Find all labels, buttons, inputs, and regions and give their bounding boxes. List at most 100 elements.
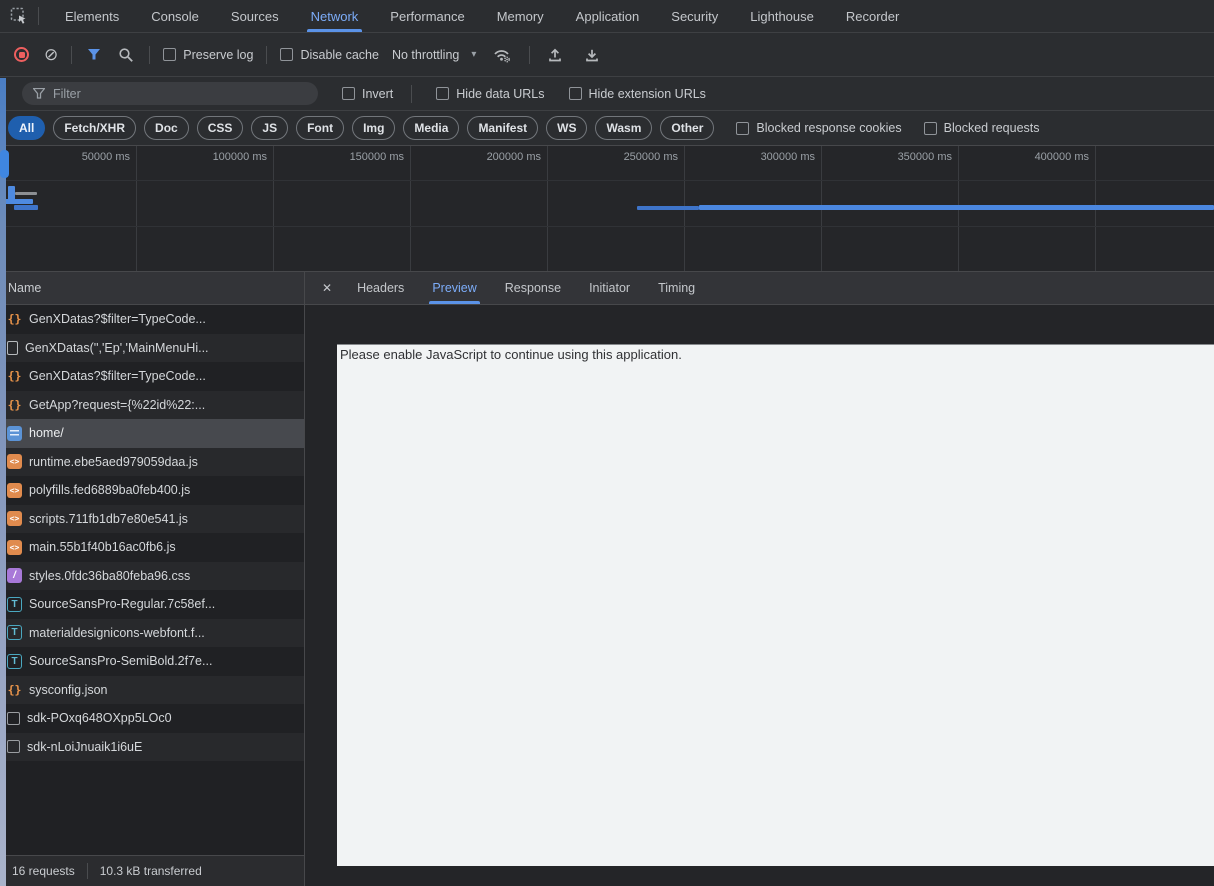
request-row[interactable]: {} GenXDatas?$filter=TypeCode...: [0, 362, 304, 391]
request-type-chip[interactable]: Font: [296, 116, 344, 140]
request-row[interactable]: <> scripts.711fb1db7e80e541.js: [0, 505, 304, 534]
detail-tab[interactable]: Initiator: [575, 272, 644, 304]
preview-frame: Please enable JavaScript to continue usi…: [337, 344, 1214, 866]
filter-toggle-button[interactable]: [85, 48, 103, 61]
request-row[interactable]: sdk-POxq648OXpp5LOc0: [0, 704, 304, 733]
request-type-chip[interactable]: JS: [251, 116, 288, 140]
css-icon: /: [7, 568, 22, 583]
search-icon: [118, 47, 134, 63]
download-icon: [584, 47, 600, 63]
request-row[interactable]: / styles.0fdc36ba80feba96.css: [0, 562, 304, 591]
detail-tab[interactable]: Timing: [644, 272, 709, 304]
request-type-chip[interactable]: WS: [546, 116, 587, 140]
throttling-dropdown[interactable]: No throttling ▾: [392, 48, 476, 62]
inspect-element-button[interactable]: [0, 0, 38, 32]
main-tab[interactable]: Memory: [481, 0, 560, 32]
request-row[interactable]: T materialdesignicons-webfont.f...: [0, 619, 304, 648]
overview-drag-handle[interactable]: [0, 150, 9, 178]
hide-data-urls-checkbox[interactable]: [436, 87, 449, 100]
clear-network-log-button[interactable]: ⊘: [44, 46, 58, 63]
divider: [71, 46, 72, 64]
detail-tab[interactable]: Preview: [418, 272, 490, 304]
record-icon: [14, 47, 29, 62]
request-type-chip[interactable]: CSS: [197, 116, 244, 140]
request-type-chip[interactable]: Wasm: [595, 116, 652, 140]
timeline-tick-label: 100000 ms: [137, 146, 274, 271]
hide-extension-urls-checkbox[interactable]: [569, 87, 582, 100]
main-tab[interactable]: Sources: [215, 0, 295, 32]
search-button[interactable]: [116, 47, 136, 63]
blocked-response-cookies-checkbox[interactable]: [736, 122, 749, 135]
disable-cache-group: Disable cache: [280, 48, 379, 62]
main-tab[interactable]: Lighthouse: [734, 0, 830, 32]
request-type-chip[interactable]: Doc: [144, 116, 189, 140]
main-tab[interactable]: Elements: [49, 0, 135, 32]
request-row[interactable]: home/: [0, 419, 304, 448]
request-type-chip[interactable]: Other: [660, 116, 714, 140]
blocked-requests-checkbox[interactable]: [924, 122, 937, 135]
clear-icon: ⊘: [44, 45, 58, 64]
disable-cache-checkbox[interactable]: [280, 48, 293, 61]
waterfall-bar: [5, 199, 33, 204]
request-type-chip[interactable]: Media: [403, 116, 459, 140]
blocked-requests-group: Blocked requests: [924, 121, 1040, 135]
request-name: sysconfig.json: [29, 683, 108, 697]
hide-data-urls-label: Hide data URLs: [456, 87, 544, 101]
hide-extension-urls-group: Hide extension URLs: [569, 87, 706, 101]
preserve-log-checkbox[interactable]: [163, 48, 176, 61]
main-tab[interactable]: Network: [295, 0, 375, 32]
invert-group: Invert: [342, 87, 393, 101]
waterfall-bar-long: [699, 205, 1214, 210]
main-tab[interactable]: Performance: [374, 0, 480, 32]
main-tab[interactable]: Console: [135, 0, 215, 32]
main-tabs: ElementsConsoleSourcesNetworkPerformance…: [49, 0, 915, 32]
request-name: SourceSansPro-SemiBold.2f7e...: [29, 654, 212, 668]
html-icon: [7, 426, 22, 441]
request-type-chip[interactable]: Img: [352, 116, 395, 140]
request-list: {} GenXDatas?$filter=TypeCode... GenXDat…: [0, 305, 304, 855]
font-icon: T: [7, 654, 22, 669]
main-tab[interactable]: Security: [655, 0, 734, 32]
filter-funnel-icon: [87, 48, 101, 61]
script-icon: <>: [7, 511, 22, 526]
network-conditions-button[interactable]: [489, 47, 516, 63]
request-type-chip[interactable]: Manifest: [467, 116, 538, 140]
filter-input[interactable]: [53, 87, 307, 101]
json-icon: {}: [7, 682, 22, 697]
network-overview-timeline[interactable]: 50000 ms100000 ms150000 ms200000 ms25000…: [0, 146, 1214, 272]
request-row[interactable]: sdk-nLoiJnuaik1i6uE: [0, 733, 304, 762]
request-row[interactable]: GenXDatas('','Ep','MainMenuHi...: [0, 334, 304, 363]
throttling-value: No throttling: [392, 48, 459, 62]
detail-tab[interactable]: Response: [491, 272, 575, 304]
request-row[interactable]: T SourceSansPro-Regular.7c58ef...: [0, 590, 304, 619]
request-type-chip[interactable]: Fetch/XHR: [53, 116, 136, 140]
request-type-filter-row: All Fetch/XHR Doc CSS JS Font Img Media Manifest…: [0, 111, 1214, 146]
invert-checkbox[interactable]: [342, 87, 355, 100]
request-row[interactable]: <> polyfills.fed6889ba0feb400.js: [0, 476, 304, 505]
request-row[interactable]: <> main.55b1f40b16ac0fb6.js: [0, 533, 304, 562]
waterfall-bar: [8, 186, 15, 200]
main-tab[interactable]: Recorder: [830, 0, 915, 32]
main-tab[interactable]: Application: [560, 0, 656, 32]
name-column-header[interactable]: Name: [0, 272, 304, 305]
close-detail-button[interactable]: ✕: [311, 272, 343, 304]
divider: [266, 46, 267, 64]
page-scrollbar-strip[interactable]: [0, 78, 6, 886]
filter-funnel-icon: [33, 88, 45, 99]
timeline-tick-label: 200000 ms: [411, 146, 548, 271]
request-row[interactable]: T SourceSansPro-SemiBold.2f7e...: [0, 647, 304, 676]
script-icon: <>: [7, 454, 22, 469]
preview-message: Please enable JavaScript to continue usi…: [337, 345, 1214, 364]
detail-tab[interactable]: Headers: [343, 272, 418, 304]
request-row[interactable]: {} GetApp?request={%22id%22:...: [0, 391, 304, 420]
request-type-chip[interactable]: All: [8, 116, 45, 140]
request-row[interactable]: <> runtime.ebe5aed979059daa.js: [0, 448, 304, 477]
import-har-button[interactable]: [543, 47, 567, 63]
request-row[interactable]: {} GenXDatas?$filter=TypeCode...: [0, 305, 304, 334]
request-row[interactable]: {} sysconfig.json: [0, 676, 304, 705]
record-network-log-button[interactable]: [12, 47, 31, 62]
waterfall-bar: [14, 205, 38, 210]
doc-icon: [7, 341, 18, 355]
request-name: polyfills.fed6889ba0feb400.js: [29, 483, 190, 497]
export-har-button[interactable]: [580, 47, 604, 63]
